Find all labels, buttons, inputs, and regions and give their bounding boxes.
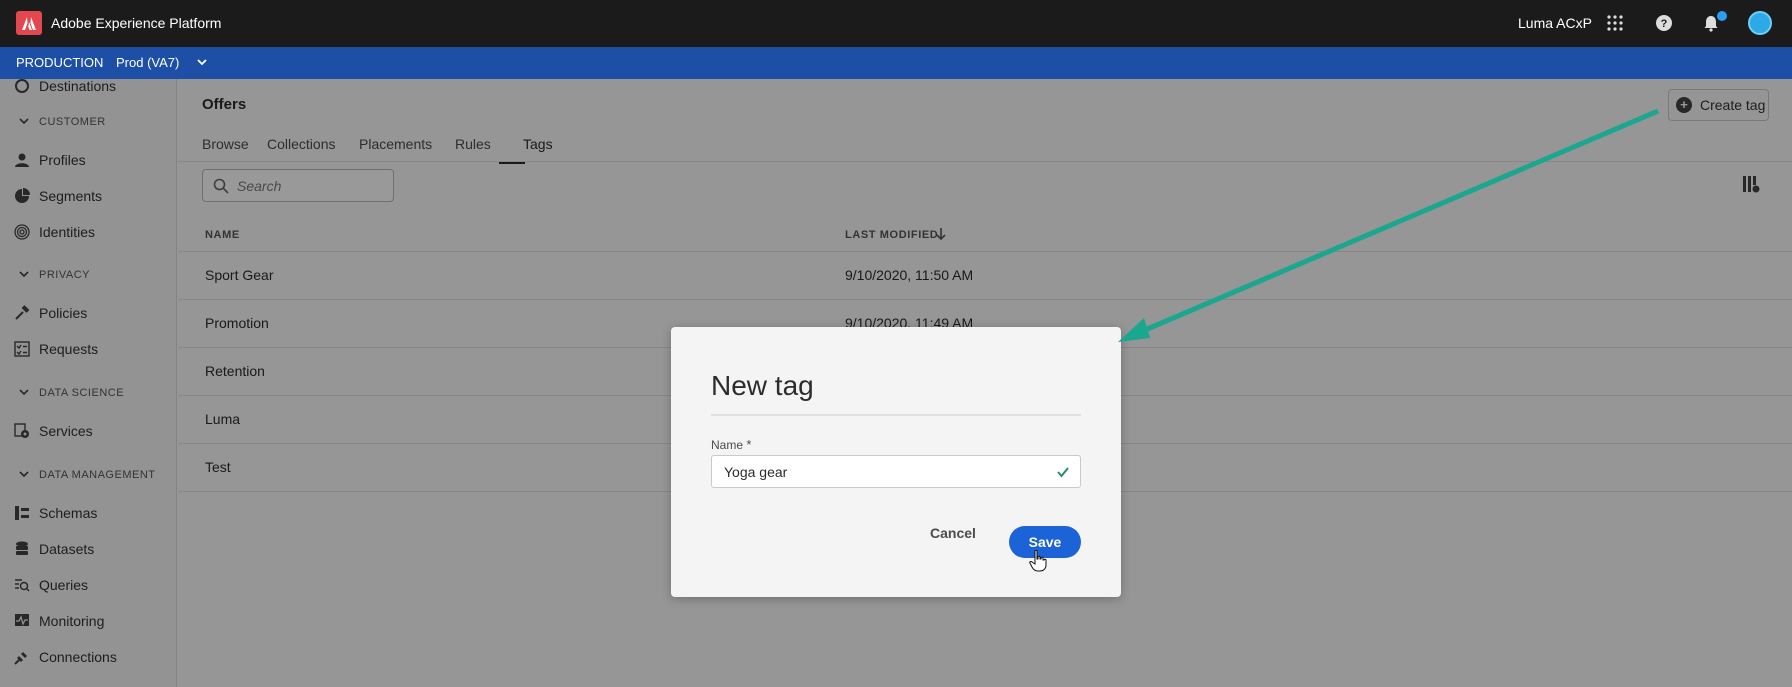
notification-badge: [1717, 11, 1727, 21]
sandbox-switcher[interactable]: Prod (VA7): [116, 55, 179, 70]
adobe-logo-icon[interactable]: [16, 11, 42, 35]
org-switcher[interactable]: Luma ACxP: [1518, 15, 1592, 31]
chevron-down-icon[interactable]: [195, 55, 209, 69]
help-icon[interactable]: ?: [1653, 12, 1675, 34]
dialog-divider: [711, 414, 1081, 416]
sandbox-type-label: PRODUCTION: [16, 55, 104, 70]
sandbox-bar: PRODUCTION Prod (VA7): [0, 47, 1792, 79]
required-asterisk-icon: *: [746, 437, 752, 452]
cancel-button[interactable]: Cancel: [925, 525, 981, 547]
checkmark-icon: [1056, 465, 1070, 479]
app-title[interactable]: Adobe Experience Platform: [51, 15, 221, 31]
name-input[interactable]: Yoga gear: [711, 455, 1081, 488]
name-input-value: Yoga gear: [724, 464, 788, 480]
app-switcher-icon[interactable]: [1604, 12, 1626, 34]
top-navigation-bar: Adobe Experience Platform Luma ACxP ?: [0, 0, 1792, 47]
new-tag-dialog: New tag Name * Yoga gear Cancel Save: [671, 327, 1121, 597]
svg-text:?: ?: [1661, 18, 1668, 30]
hand-pointer-cursor-icon: [1029, 549, 1047, 572]
user-avatar[interactable]: [1748, 11, 1772, 35]
dialog-title: New tag: [711, 370, 814, 401]
name-field-label: Name *: [711, 437, 752, 452]
